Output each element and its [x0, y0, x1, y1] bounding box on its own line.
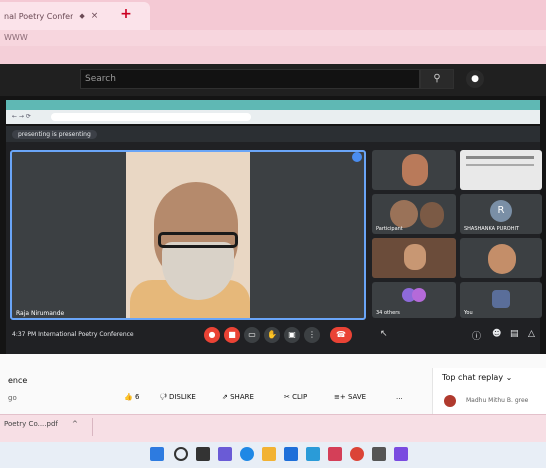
search-icon[interactable]: ⚲ — [420, 69, 454, 89]
meeting-time: 4:37 PM International Poetry Conference — [12, 331, 134, 338]
participant-tile — [460, 238, 542, 278]
presenting-banner: presenting is presenting — [12, 130, 97, 139]
search-taskbar-icon[interactable] — [174, 447, 188, 461]
chrome-icon[interactable] — [350, 447, 364, 461]
save-button[interactable]: ≡+ SAVE — [334, 393, 366, 401]
people-icon[interactable]: ☻ — [492, 329, 501, 339]
more-options-icon[interactable]: ⋮ — [304, 327, 320, 343]
nav-icons: ← → ⟳ — [12, 113, 31, 120]
inner-address-bar: ← → ⟳ — [6, 110, 540, 124]
mic-icon[interactable]: ● — [466, 70, 484, 88]
chevron-up-icon[interactable]: ^ — [72, 420, 78, 428]
chevron-down-icon: ⌄ — [505, 373, 513, 382]
new-tab-button[interactable]: + — [118, 6, 134, 22]
dislike-button[interactable]: 🖓 DISLIKE — [160, 393, 196, 404]
tab-title: nal Poetry Confer — [4, 11, 74, 21]
chat-header[interactable]: Top chat replay ⌄ — [442, 373, 512, 382]
participant-tile: Participant — [372, 194, 456, 234]
participant-tile: 34 others — [372, 282, 456, 318]
app-icon-2[interactable] — [394, 447, 408, 461]
cursor-icon: ↖ — [380, 329, 388, 339]
channel-name[interactable]: go — [8, 394, 17, 402]
chat-app-icon[interactable] — [218, 447, 232, 461]
dislike-label: DISLIKE — [168, 393, 196, 401]
scissors-icon: ✂ — [284, 393, 290, 401]
clip-label: CLIP — [292, 393, 308, 401]
store-icon[interactable] — [284, 447, 298, 461]
file-explorer-icon[interactable] — [262, 447, 276, 461]
bookmarks-bar — [0, 46, 546, 64]
video-title: ence — [8, 376, 28, 385]
more-button[interactable]: ... — [396, 393, 403, 401]
download-item[interactable]: Poetry Co....pdf — [4, 420, 58, 428]
tab-audio-icon: ◆ — [79, 12, 85, 20]
like-count: 6 — [134, 393, 140, 401]
share-icon: ⇗ — [222, 393, 228, 401]
inner-tab-bar — [6, 100, 540, 110]
task-view-icon[interactable] — [196, 447, 210, 461]
thumbs-up-icon: 👍 — [124, 393, 133, 401]
participant-tile — [372, 238, 456, 278]
mail-icon[interactable] — [306, 447, 320, 461]
inner-url-box — [50, 112, 251, 121]
clip-button[interactable]: ✂ CLIP — [284, 393, 307, 401]
windows-start-icon[interactable] — [150, 447, 164, 461]
info-icon[interactable]: ⓘ — [472, 329, 481, 342]
pin-icon[interactable] — [352, 152, 362, 162]
participant-tile: You — [460, 282, 542, 318]
main-speaker-video — [10, 150, 366, 320]
settings-icon[interactable] — [372, 447, 386, 461]
edge-icon[interactable] — [240, 447, 254, 461]
captions-icon[interactable]: ▭ — [244, 327, 260, 343]
divider — [92, 418, 93, 436]
share-label: SHARE — [230, 393, 254, 401]
thumbs-down-icon: 🖓 — [160, 393, 167, 401]
share-button[interactable]: ⇗ SHARE — [222, 393, 254, 401]
participant-tile — [372, 150, 456, 190]
save-label: SAVE — [347, 393, 367, 401]
mic-off-icon[interactable]: ● — [204, 327, 220, 343]
participant-tile — [460, 150, 542, 190]
tab-close-icon[interactable]: × — [91, 11, 99, 21]
app-icon[interactable] — [328, 447, 342, 461]
search-input[interactable]: Search — [80, 69, 420, 89]
camera-off-icon[interactable]: ■ — [224, 327, 240, 343]
activities-icon[interactable]: △ — [528, 329, 535, 339]
end-call-icon[interactable]: ☎ — [330, 327, 352, 343]
download-bar — [0, 414, 546, 442]
like-button[interactable]: 👍 6 — [124, 393, 139, 401]
raise-hand-icon[interactable]: ✋ — [264, 327, 280, 343]
chat-icon[interactable]: ▤ — [510, 329, 519, 339]
chat-avatar — [444, 395, 456, 407]
main-speaker-name: Raja Nirumande — [16, 310, 65, 317]
address-bar[interactable]: WWW — [0, 30, 546, 46]
participant-tile: R SHASHANKA PUROHIT — [460, 194, 542, 234]
participant-avatar: R — [490, 200, 512, 222]
chat-message: Madhu Mithu B. gree — [466, 397, 529, 404]
present-icon[interactable]: ▣ — [284, 327, 300, 343]
save-icon: ≡+ — [334, 393, 346, 401]
